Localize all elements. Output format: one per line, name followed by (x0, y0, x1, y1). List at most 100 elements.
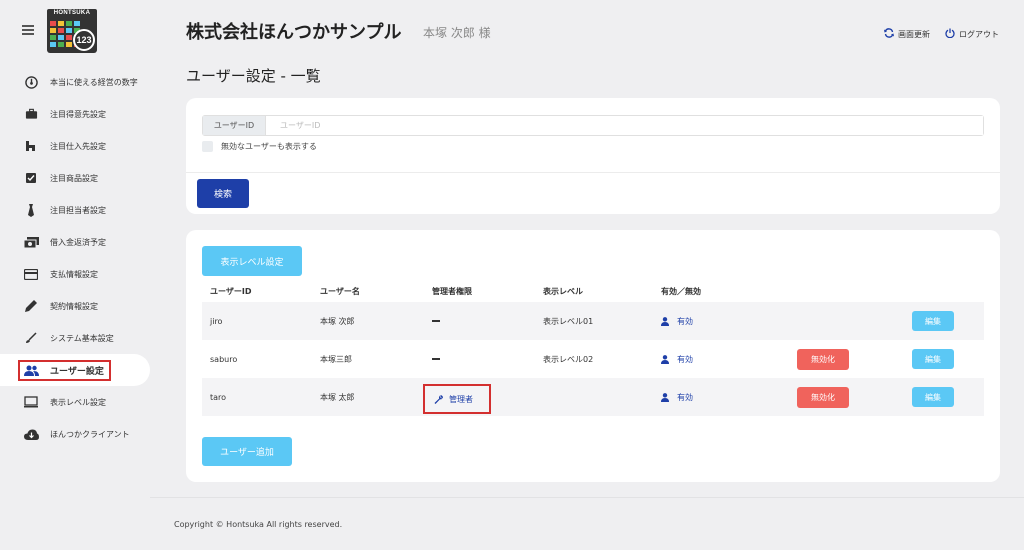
sidebar-item-business-numbers[interactable]: 本当に使える経営の数字 (0, 66, 150, 98)
column-display-level: 表示レベル (543, 286, 583, 296)
sidebar-item-loan-repayment[interactable]: 借入金返済予定 (0, 226, 150, 258)
user-icon (661, 316, 669, 326)
column-status: 有効／無効 (661, 286, 701, 296)
sidebar-item-label: 注目担当者設定 (50, 205, 106, 215)
sidebar-item-label: 注目得意先設定 (50, 109, 106, 119)
user-icon (661, 392, 669, 402)
sidebar-item-customers[interactable]: 注目得意先設定 (0, 98, 150, 130)
speedometer-icon (22, 75, 40, 89)
column-user-id: ユーザーID (210, 286, 252, 296)
logout-button[interactable]: ログアウト (945, 28, 999, 40)
credit-card-icon (22, 267, 40, 281)
add-user-button[interactable]: ユーザー追加 (202, 437, 292, 466)
status-label: 有効 (677, 316, 693, 326)
cell-display-level: 表示レベル02 (543, 354, 594, 364)
sidebar-menu: 本当に使える経営の数字 注目得意先設定 注目仕入先設定 注目商品設定 注目担当者… (0, 66, 150, 450)
column-admin: 管理者権限 (432, 286, 472, 296)
sidebar-item-label: ほんつかクライアント (50, 429, 130, 439)
user-id-input[interactable] (266, 116, 983, 135)
show-inactive-label: 無効なユーザーも表示する (221, 142, 317, 151)
user-id-input-group: ユーザーID (202, 115, 984, 136)
table-row: taro 本塚 太郎 管理者 有効 無効化 編集 (202, 378, 984, 416)
cell-user-name: 本塚 次郎 (320, 316, 355, 326)
show-inactive-checkbox[interactable] (202, 141, 213, 152)
admin-label: 管理者 (449, 394, 473, 404)
sidebar-item-label: 支払情報設定 (50, 269, 98, 279)
sidebar-item-hontsuka-client[interactable]: ほんつかクライアント (0, 418, 150, 450)
cell-display-level: 表示レベル01 (543, 316, 594, 326)
sidebar-item-products[interactable]: 注目商品設定 (0, 162, 150, 194)
sidebar-item-contract-info[interactable]: 契約情報設定 (0, 290, 150, 322)
disable-button[interactable]: 無効化 (797, 386, 849, 408)
disable-button[interactable]: 無効化 (797, 348, 849, 370)
logo-text: HONTSUKA (47, 9, 97, 18)
cell-admin-none (432, 355, 440, 364)
sidebar-item-label: 借入金返済予定 (50, 237, 106, 247)
home-icon (22, 139, 40, 153)
hamburger-menu-icon[interactable] (22, 25, 34, 35)
edit-button[interactable]: 編集 (912, 387, 954, 407)
search-button[interactable]: 検索 (197, 179, 249, 208)
company-name: 株式会社ほんつかサンプル (186, 22, 402, 43)
footer-copyright: Copyright © Hontsuka All rights reserved… (174, 520, 343, 529)
edit-button[interactable]: 編集 (912, 349, 954, 369)
user-name: 本塚 次郎 様 (423, 26, 491, 40)
necktie-icon (22, 203, 40, 217)
table-row: jiro 本塚 次郎 表示レベル01 有効 編集 (202, 302, 984, 340)
sidebar-item-payment-info[interactable]: 支払情報設定 (0, 258, 150, 290)
sidebar-item-system-settings[interactable]: システム基本設定 (0, 322, 150, 354)
divider (186, 172, 1000, 173)
app-logo[interactable]: HONTSUKA 123 (47, 9, 97, 53)
status-link[interactable]: 有効 (661, 354, 693, 365)
brush-icon (22, 331, 40, 345)
sidebar-item-label: 表示レベル設定 (50, 397, 106, 407)
dash-icon (432, 320, 440, 322)
status-link[interactable]: 有効 (661, 392, 693, 403)
status-link[interactable]: 有効 (661, 316, 693, 327)
cloud-download-icon (22, 427, 40, 441)
cell-user-id: saburo (210, 354, 238, 364)
user-icon (661, 354, 669, 364)
page-title: ユーザー設定 - 一覧 (186, 67, 321, 85)
sidebar-item-label: 注目仕入先設定 (50, 141, 106, 151)
status-label: 有効 (677, 392, 693, 402)
sidebar-item-staff[interactable]: 注目担当者設定 (0, 194, 150, 226)
cell-user-name: 本塚三郎 (320, 354, 352, 364)
display-level-button[interactable]: 表示レベル設定 (202, 246, 302, 276)
sidebar-item-label: 注目商品設定 (50, 173, 98, 183)
checkbox-icon (22, 171, 40, 185)
pen-icon (22, 299, 40, 313)
search-card: ユーザーID 無効なユーザーも表示する 検索 (186, 98, 1000, 214)
user-table: ユーザーID ユーザー名 管理者権限 表示レベル 有効／無効 jiro 本塚 次… (202, 280, 984, 416)
status-label: 有効 (677, 354, 693, 364)
sidebar-item-display-level[interactable]: 表示レベル設定 (0, 386, 150, 418)
highlight-box (18, 360, 111, 381)
sidebar-item-label: 契約情報設定 (50, 301, 98, 311)
refresh-button[interactable]: 画面更新 (884, 28, 930, 40)
refresh-label: 画面更新 (898, 29, 930, 39)
cash-icon (22, 235, 40, 249)
column-user-name: ユーザー名 (320, 286, 360, 296)
cell-user-name: 本塚 太郎 (320, 392, 355, 402)
sidebar-item-label: システム基本設定 (50, 333, 114, 343)
sidebar: HONTSUKA 123 本当に使える経営の数字 注目得意先設定 注目仕入先設定… (0, 0, 150, 550)
user-list-card: 表示レベル設定 ユーザーID ユーザー名 管理者権限 表示レベル 有効／無効 j… (186, 230, 1000, 482)
refresh-icon (884, 28, 898, 40)
sidebar-item-suppliers[interactable]: 注目仕入先設定 (0, 130, 150, 162)
logout-label: ログアウト (959, 29, 999, 39)
show-inactive-row: 無効なユーザーも表示する (202, 141, 317, 152)
power-icon (945, 28, 959, 40)
user-id-label: ユーザーID (203, 116, 266, 135)
edit-button[interactable]: 編集 (912, 311, 954, 331)
wrench-icon (434, 394, 443, 404)
sidebar-item-user-settings[interactable]: ユーザー設定 (0, 354, 150, 386)
monitor-icon (22, 395, 40, 409)
logo-number: 123 (73, 29, 95, 51)
dash-icon (432, 358, 440, 360)
cell-user-id: taro (210, 392, 227, 402)
admin-badge: 管理者 (423, 384, 491, 414)
table-row: saburo 本塚三郎 表示レベル02 有効 無効化 編集 (202, 340, 984, 378)
cell-admin-none (432, 317, 440, 326)
sidebar-item-label: 本当に使える経営の数字 (50, 77, 138, 87)
table-header: ユーザーID ユーザー名 管理者権限 表示レベル 有効／無効 (202, 280, 984, 302)
